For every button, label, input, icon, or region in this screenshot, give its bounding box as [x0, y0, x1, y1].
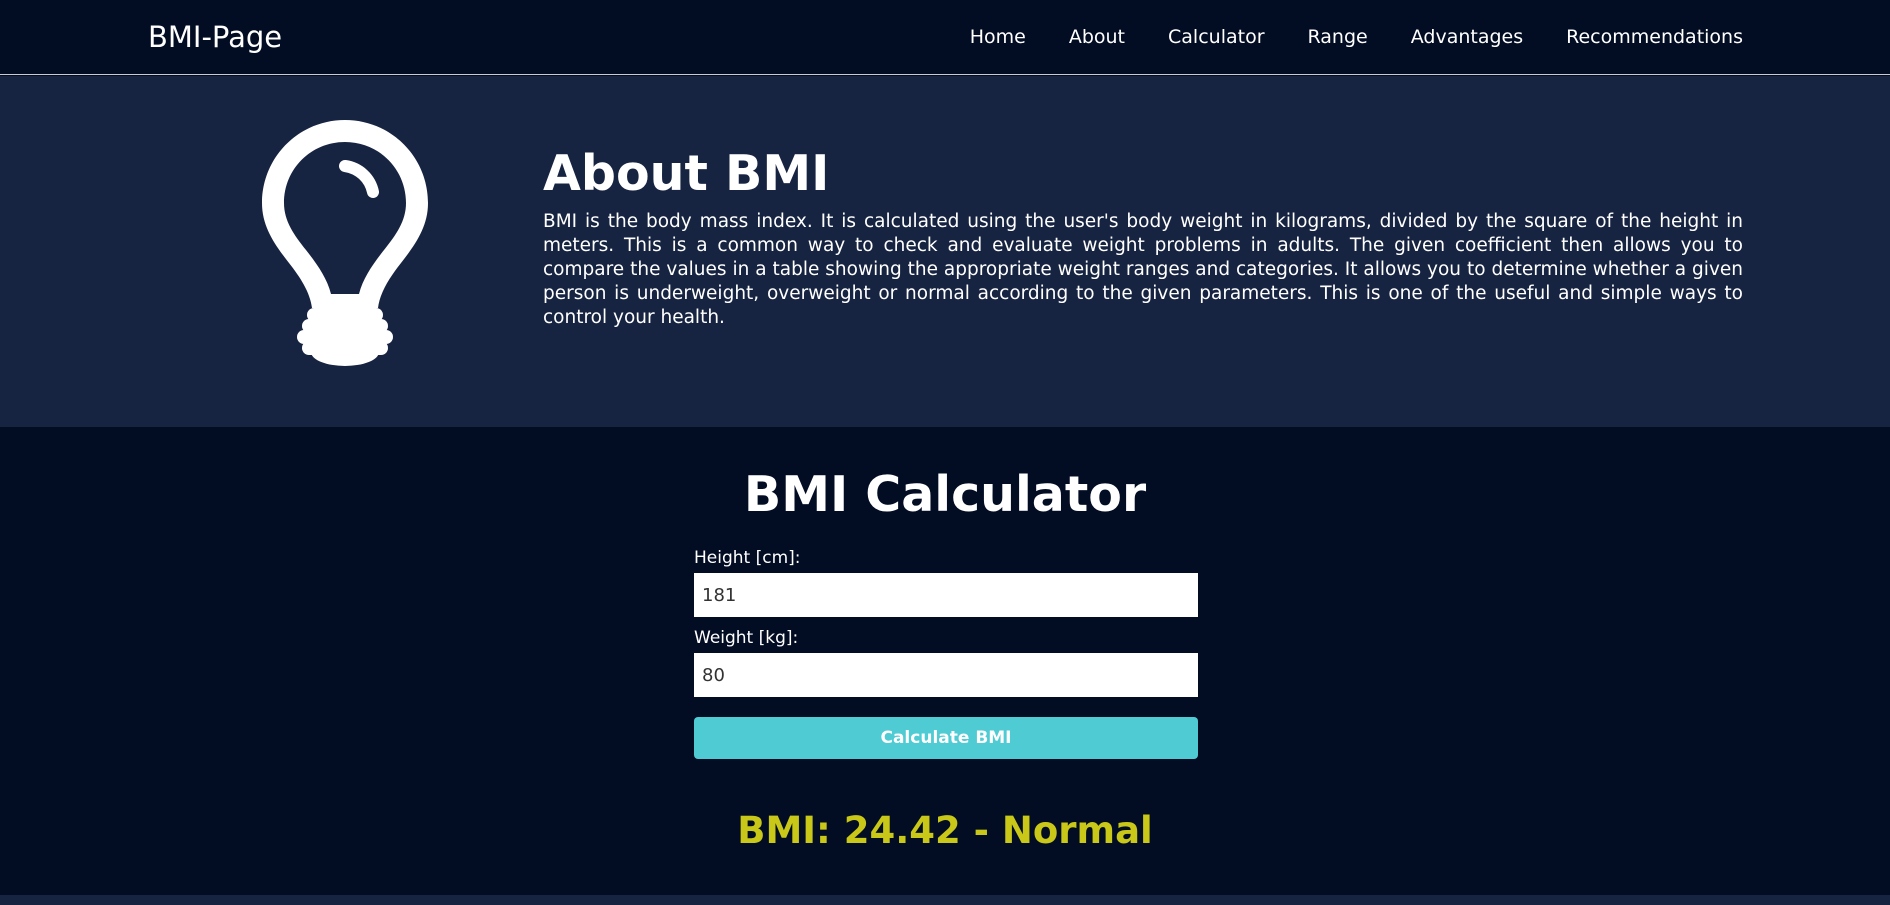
about-title: About BMI: [543, 145, 830, 202]
weight-input[interactable]: [694, 653, 1198, 697]
nav-link-range[interactable]: Range: [1308, 25, 1368, 49]
height-input[interactable]: [694, 573, 1198, 617]
nav-link-recommendations[interactable]: Recommendations: [1566, 25, 1743, 49]
calculator-section: BMI Calculator Height [cm]: Weight [kg]:…: [0, 427, 1890, 895]
brand-logo-link[interactable]: BMI-Page: [148, 18, 282, 56]
navbar: BMI-Page Home About Calculator Range Adv…: [0, 0, 1890, 75]
nav-links: Home About Calculator Range Advantages R…: [970, 25, 1743, 49]
weight-label: Weight [kg]:: [694, 628, 799, 648]
bmi-form: Height [cm]: Weight [kg]: Calculate BMI: [694, 547, 1198, 759]
calculate-bmi-button[interactable]: Calculate BMI: [694, 717, 1198, 759]
nav-link-about[interactable]: About: [1069, 25, 1125, 49]
footer-strip: [0, 895, 1890, 905]
about-content: About BMI BMI is the body mass index. It…: [543, 146, 1743, 330]
bmi-result: BMI: 24.42 - Normal: [737, 809, 1153, 852]
lightbulb-icon: [262, 120, 428, 366]
nav-link-calculator[interactable]: Calculator: [1168, 25, 1264, 49]
about-section: About BMI BMI is the body mass index. It…: [0, 76, 1890, 427]
calculator-title: BMI Calculator: [743, 466, 1147, 523]
height-label: Height [cm]:: [694, 548, 801, 568]
nav-link-home[interactable]: Home: [970, 25, 1026, 49]
nav-link-advantages[interactable]: Advantages: [1411, 25, 1523, 49]
about-description: BMI is the body mass index. It is calcul…: [543, 211, 1743, 328]
